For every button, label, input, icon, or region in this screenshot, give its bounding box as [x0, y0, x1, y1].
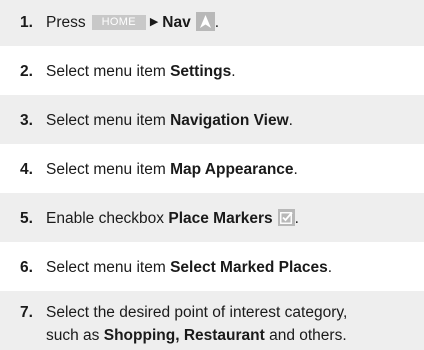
step-text: Select the desired point of interest cat… [46, 301, 424, 347]
step-text-line-1: Select the desired point of interest cat… [46, 304, 348, 321]
category-shopping: Shopping [103, 327, 176, 344]
step-text: Press HOME ▶ Nav. [46, 11, 424, 34]
step-number: 2. [20, 63, 33, 80]
menu-item-name: Map Appearance [170, 161, 294, 178]
step-5: 5. Enable checkbox Place Markers. [0, 193, 424, 242]
step-number: 1. [20, 14, 33, 31]
press-label: Press [46, 14, 86, 31]
category-restaurant: Restaurant [183, 327, 265, 344]
arrow-right-icon: ▶ [149, 16, 159, 28]
menu-item-name: Select Marked Places [170, 259, 328, 276]
step-number: 4. [20, 161, 33, 178]
menu-item-name: Navigation View [170, 112, 289, 129]
step-text: Select menu item Navigation View. [46, 112, 293, 129]
nav-label: Nav [162, 14, 191, 31]
step-7: 7. Select the desired point of interest … [0, 291, 424, 350]
checkbox-name: Place Markers [168, 210, 273, 227]
step-2: 2. Select menu item Settings. [0, 46, 424, 95]
step-text-line-2: such as Shopping, Restaurant and others. [46, 327, 347, 344]
navigation-arrow-icon [195, 12, 215, 31]
step-3: 3. Select menu item Navigation View. [0, 95, 424, 144]
step-6: 6. Select menu item Select Marked Places… [0, 242, 424, 291]
checkbox-checked-icon [277, 209, 295, 226]
instruction-steps: 1. Press HOME ▶ Nav. 2. Select menu item Se… [0, 0, 424, 350]
step-number: 7. [20, 304, 33, 321]
step-text: Select menu item Map Appearance. [46, 161, 298, 178]
step-4: 4. Select menu item Map Appearance. [0, 144, 424, 193]
step-number: 3. [20, 112, 33, 129]
step-number: 5. [20, 210, 33, 227]
step-number: 6. [20, 259, 33, 276]
step-1: 1. Press HOME ▶ Nav. [0, 0, 424, 46]
home-key: HOME [91, 15, 146, 30]
menu-item-name: Settings [170, 63, 232, 80]
step-text: Select menu item Settings. [46, 63, 236, 80]
step-text: Select menu item Select Marked Places. [46, 259, 333, 276]
step-text: Enable checkbox Place Markers. [46, 209, 299, 227]
